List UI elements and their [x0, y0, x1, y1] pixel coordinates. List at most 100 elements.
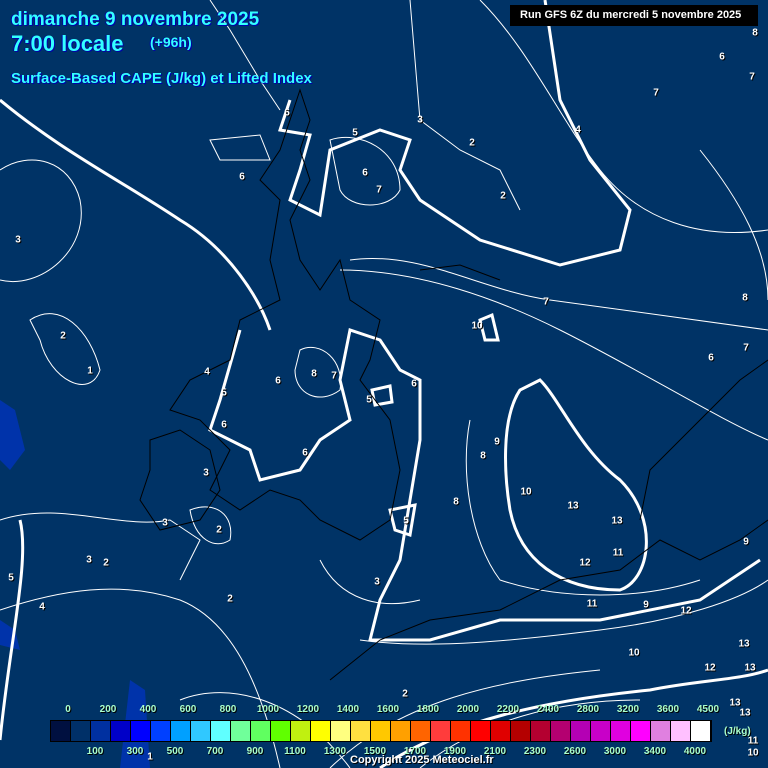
colorbar-cell: [611, 721, 631, 741]
colorbar-cell: [691, 721, 711, 741]
colorbar-top-label: 1600: [376, 704, 400, 715]
colorbar-top-label: 1400: [336, 704, 360, 715]
lifted-index-label: 9: [643, 599, 649, 611]
colorbar-bottom-label: 1100: [284, 746, 306, 757]
colorbar-top-label: 1800: [416, 704, 440, 715]
colorbar-bottom-label: 3000: [603, 746, 627, 757]
forecast-time: 7:00 locale: [11, 31, 124, 56]
colorbar-cell: [391, 721, 411, 741]
colorbar-top-label: 600: [179, 704, 197, 715]
contour-layer: [0, 0, 768, 768]
lifted-index-label: 5: [403, 515, 409, 527]
colorbar-cell: [111, 721, 131, 741]
colorbar-cell: [451, 721, 471, 741]
lifted-index-label: 6: [239, 171, 245, 183]
lifted-index-label: 9: [494, 436, 500, 448]
lifted-index-label: 2: [402, 688, 408, 700]
colorbar-top-label: 3600: [656, 704, 680, 715]
lifted-index-label: 11: [586, 598, 598, 610]
colorbar-cell: [631, 721, 651, 741]
colorbar-cell: [291, 721, 311, 741]
thin-contours: [0, 0, 768, 768]
lifted-index-label: 5: [366, 394, 372, 406]
colorbar-cell: [411, 721, 431, 741]
lifted-index-label: 4: [204, 366, 210, 378]
colorbar-cell: [371, 721, 391, 741]
coastlines: [139, 88, 768, 681]
lifted-index-label: 1: [147, 751, 153, 763]
lifted-index-label: 2: [469, 137, 475, 149]
colorbar-cell: [431, 721, 451, 741]
lifted-index-label: 7: [543, 296, 549, 308]
lifted-index-label: 6: [411, 378, 417, 390]
forecast-date: dimanche 9 novembre 2025: [11, 9, 260, 30]
colorbar-cell: [571, 721, 591, 741]
colorbar-top-label: 3200: [616, 704, 640, 715]
lifted-index-label: 8: [311, 368, 317, 380]
lifted-index-label: 8: [752, 27, 758, 39]
colorbar-top-label: 400: [139, 704, 157, 715]
lifted-index-label: 5: [8, 572, 14, 584]
lifted-index-label: 2: [227, 593, 233, 605]
map-title: Surface-Based CAPE (J/kg) et Lifted Inde…: [11, 70, 312, 87]
lifted-index-label: 6: [284, 107, 290, 119]
colorbar-cell: [251, 721, 271, 741]
colorbar-bottom-label: 100: [86, 746, 104, 757]
colorbar-top-label: 2000: [456, 704, 480, 715]
colorbar-cell: [531, 721, 551, 741]
lifted-index-label: 6: [275, 375, 281, 387]
lifted-index-label: 9: [743, 536, 749, 548]
lifted-index-label: 11: [612, 547, 624, 559]
thick-contours: [0, 0, 768, 768]
colorbar: [50, 720, 712, 742]
colorbar-cell: [231, 721, 251, 741]
lifted-index-label: 5: [352, 127, 358, 139]
colorbar-cell: [351, 721, 371, 741]
colorbar-cell: [191, 721, 211, 741]
colorbar-unit: (J/kg): [724, 726, 751, 737]
colorbar-cell: [71, 721, 91, 741]
lifted-index-label: 2: [103, 557, 109, 569]
lifted-index-label: 11: [747, 735, 759, 747]
lifted-index-label: 13: [567, 500, 579, 512]
lifted-index-label: 13: [611, 515, 623, 527]
lifted-index-label: 7: [743, 342, 749, 354]
lifted-index-label: 8: [480, 450, 486, 462]
colorbar-cell: [491, 721, 511, 741]
colorbar-top-label: 2800: [576, 704, 600, 715]
forecast-lead: (+96h): [150, 34, 192, 50]
lifted-index-label: 5: [221, 387, 227, 399]
lifted-index-label: 12: [680, 605, 692, 617]
lifted-index-label: 7: [749, 71, 755, 83]
lifted-index-label: 6: [221, 419, 227, 431]
colorbar-cell: [171, 721, 191, 741]
colorbar-bottom-label: 700: [206, 746, 224, 757]
colorbar-cell: [311, 721, 331, 741]
colorbar-cell: [671, 721, 691, 741]
colorbar-cell: [131, 721, 151, 741]
colorbar-bottom-label: 900: [246, 746, 264, 757]
lifted-index-label: 4: [39, 601, 45, 613]
lifted-index-label: 12: [579, 557, 591, 569]
colorbar-top-label: 4500: [696, 704, 720, 715]
colorbar-top-label: 1000: [256, 704, 280, 715]
lifted-index-label: 3: [86, 554, 92, 566]
lifted-index-label: 6: [719, 51, 725, 63]
colorbar-top-label: 200: [99, 704, 117, 715]
lifted-index-label: 10: [628, 647, 640, 659]
lifted-index-label: 8: [453, 496, 459, 508]
lifted-index-label: 7: [376, 184, 382, 196]
lifted-index-label: 2: [60, 330, 66, 342]
lifted-index-label: 12: [704, 662, 716, 674]
colorbar-cell: [651, 721, 671, 741]
lifted-index-label: 6: [362, 167, 368, 179]
lifted-index-label: 10: [747, 747, 759, 759]
weather-map: dimanche 9 novembre 2025 7:00 locale (+9…: [0, 0, 768, 768]
colorbar-cell: [331, 721, 351, 741]
lifted-index-label: 1: [87, 365, 93, 377]
lifted-index-label: 3: [374, 576, 380, 588]
run-info: Run GFS 6Z du mercredi 5 novembre 2025: [510, 5, 758, 26]
colorbar-bottom-label: 3400: [643, 746, 667, 757]
colorbar-bottom-label: 500: [166, 746, 184, 757]
lifted-index-label: 6: [302, 447, 308, 459]
